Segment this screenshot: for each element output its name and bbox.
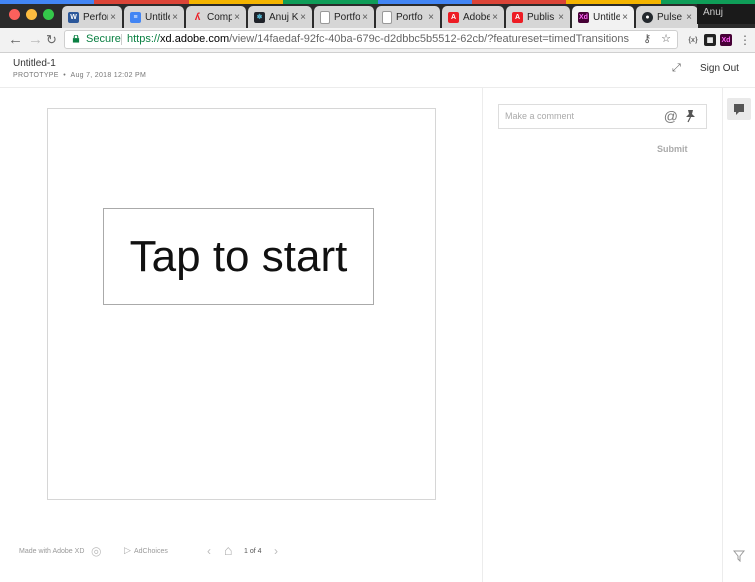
browser-tab[interactable]: Portfo × [376, 6, 440, 28]
browser-toolbar: ← → ↻ Secure https://xd.adobe.com/view/1… [0, 28, 755, 53]
home-icon[interactable]: ⌂ [224, 542, 232, 558]
xd-icon: Xd [578, 11, 589, 23]
document-title: Untitled-1 [13, 58, 56, 69]
prototype-stage: Tap to start Made with Adobe XD ◎ ▷ AdCh… [0, 88, 482, 582]
fullscreen-icon[interactable]: ⤢ [672, 62, 681, 75]
mention-icon[interactable]: @ [664, 105, 678, 128]
browser-tab[interactable]: W Perfor × [62, 6, 122, 28]
tab-close-icon[interactable]: × [232, 12, 242, 23]
minimize-window-button[interactable] [26, 9, 37, 20]
comments-toggle-button[interactable] [727, 98, 751, 120]
close-window-button[interactable] [9, 9, 20, 20]
browser-tab[interactable]: ʎ Comp × [186, 6, 246, 28]
github-icon: ● [642, 11, 653, 23]
browser-tab[interactable]: Portfo × [314, 6, 374, 28]
adchoices-icon[interactable]: ▷ [124, 545, 131, 556]
window-controls [9, 9, 54, 20]
react-icon: ⚛ [254, 11, 265, 23]
previous-arrow-icon[interactable]: ‹ [207, 544, 211, 558]
next-arrow-icon[interactable]: › [274, 544, 278, 558]
submit-button[interactable]: Submit [657, 144, 688, 154]
xd-extension-icon[interactable]: Xd [720, 34, 732, 46]
profile-button[interactable]: Anuj [697, 4, 755, 24]
key-icon[interactable]: ⚷ [643, 31, 651, 48]
tab-strip: W Perfor × ≡ Untitle × ʎ Comp × ⚛ Anuj K… [0, 0, 755, 28]
docs-icon: ≡ [130, 11, 141, 23]
address-bar[interactable]: Secure https://xd.adobe.com/view/14faeda… [64, 30, 678, 49]
tab-close-icon[interactable]: × [490, 12, 500, 23]
browser-tab[interactable]: A Adobe × [442, 6, 504, 28]
browser-window: W Perfor × ≡ Untitle × ʎ Comp × ⚛ Anuj K… [0, 0, 755, 582]
document-meta: PROTOTYPE • Aug 7, 2018 12:02 PM [13, 72, 147, 79]
comment-input[interactable]: Make a comment @ [498, 104, 707, 129]
adobe-icon: A [512, 11, 523, 23]
zoom-window-button[interactable] [43, 9, 54, 20]
tap-to-start-button[interactable]: Tap to start [103, 208, 374, 305]
tab-close-icon[interactable]: × [556, 12, 566, 23]
player-footer: Made with Adobe XD ◎ ▷ AdChoices ‹ ⌂ 1 o… [0, 542, 482, 562]
page-indicator: 1 of 4 [244, 548, 262, 555]
right-rail [722, 88, 755, 582]
browser-tab[interactable]: A Publis × [506, 6, 570, 28]
adobe-icon: A [448, 11, 459, 23]
sign-out-link[interactable]: Sign Out [700, 63, 739, 74]
acrobat-icon: ʎ [194, 11, 201, 23]
xd-logo-icon: ◎ [91, 544, 102, 558]
artboard: Tap to start [47, 108, 436, 500]
tab-close-icon[interactable]: × [620, 12, 630, 23]
made-with-xd-label: Made with Adobe XD [19, 548, 85, 555]
browser-tab[interactable]: ⚛ Anuj K × [248, 6, 312, 28]
pin-icon[interactable] [684, 109, 696, 123]
tab-close-icon[interactable]: × [108, 12, 118, 23]
tab-close-icon[interactable]: × [426, 12, 436, 23]
url-text[interactable]: https://xd.adobe.com/view/14faedaf-92fc-… [127, 31, 629, 48]
menu-dots-icon[interactable]: ⋮ [739, 31, 751, 49]
qr-extension-icon[interactable]: ▦ [704, 34, 716, 46]
extension-braces-icon[interactable]: {x} [686, 34, 700, 46]
page-icon [382, 10, 392, 24]
tab-close-icon[interactable]: × [360, 12, 370, 23]
page-icon [320, 10, 330, 24]
lock-icon [72, 35, 80, 43]
tab-close-icon[interactable]: × [298, 12, 308, 23]
word-icon: W [68, 11, 79, 23]
tab-close-icon[interactable]: × [170, 12, 180, 23]
xd-header: Untitled-1 PROTOTYPE • Aug 7, 2018 12:02… [0, 53, 755, 88]
browser-tab[interactable]: ● Pulse × [636, 6, 698, 28]
tab-color-bar [0, 0, 755, 4]
bookmark-star-icon[interactable]: ☆ [661, 31, 671, 48]
tab-close-icon[interactable]: × [684, 12, 694, 23]
browser-tab[interactable]: ≡ Untitle × [124, 6, 184, 28]
comments-panel: Make a comment @ Submit [482, 88, 723, 582]
browser-tab-active[interactable]: Xd Untitle × [572, 6, 634, 28]
reload-icon[interactable]: ↻ [46, 31, 57, 49]
filter-icon[interactable] [733, 550, 745, 562]
secure-label: Secure [86, 33, 121, 45]
speech-bubble-icon [734, 104, 744, 115]
forward-arrow-icon[interactable]: → [28, 31, 43, 49]
back-arrow-icon[interactable]: ← [8, 31, 23, 49]
adchoices-link[interactable]: AdChoices [134, 548, 168, 555]
